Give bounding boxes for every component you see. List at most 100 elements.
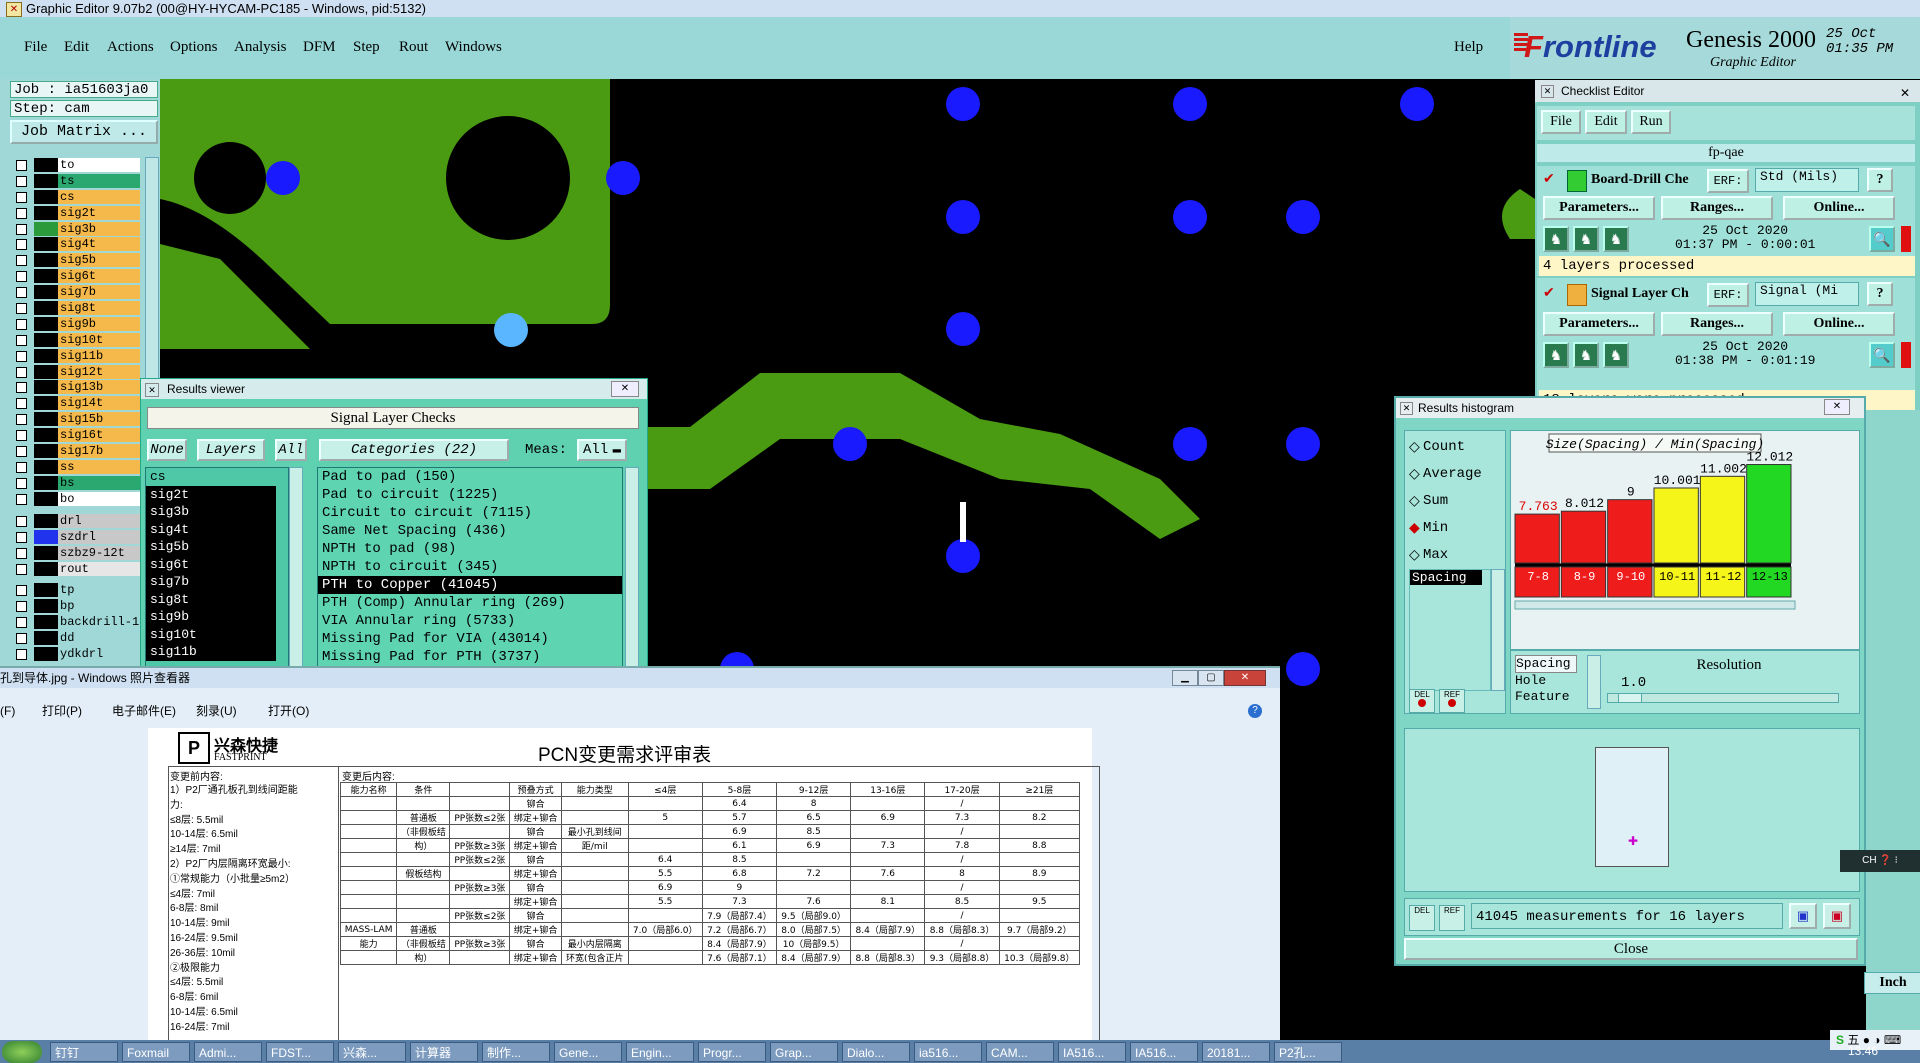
layer-row[interactable]: sig17b	[10, 443, 140, 459]
help-icon[interactable]: ?	[1867, 282, 1893, 306]
layer-checkbox[interactable]	[16, 318, 27, 330]
menu-dfm[interactable]: DFM	[303, 39, 336, 56]
menu-file[interactable]: File	[24, 39, 47, 56]
checklist-menu-run[interactable]: Run	[1631, 110, 1671, 134]
layer-row[interactable]: ts	[10, 173, 140, 189]
category-list-item[interactable]: PTH (Comp) Annular ring (269)	[318, 594, 622, 612]
measure-scrollbar[interactable]	[1491, 569, 1505, 691]
layer-name[interactable]: rout	[58, 561, 140, 576]
taskbar-item[interactable]: CAM...	[986, 1042, 1054, 1062]
layer-color-swatch[interactable]	[34, 583, 58, 597]
layer-name[interactable]: bs	[58, 475, 140, 490]
menu-burn[interactable]: 刻录(U)	[196, 700, 237, 722]
layer-color-swatch[interactable]	[34, 412, 58, 427]
option-sum[interactable]: Sum	[1423, 493, 1448, 509]
layer-list-item[interactable]: sig11b	[146, 643, 276, 661]
taskbar-item[interactable]: FDST...	[266, 1042, 334, 1062]
layer-checkbox[interactable]	[16, 334, 27, 346]
layer-checkbox[interactable]	[16, 461, 27, 473]
layer-name[interactable]: sig6t	[58, 269, 140, 284]
taskbar-item[interactable]: 钉钉	[50, 1042, 118, 1062]
meas-select[interactable]: All ▬	[577, 439, 627, 461]
layer-name[interactable]: bp	[58, 598, 140, 613]
layer-row[interactable]: to	[10, 157, 140, 173]
res-type-hole[interactable]: Hole	[1515, 673, 1579, 689]
job-matrix-button[interactable]: Job Matrix ...	[10, 120, 158, 144]
layer-row[interactable]: dd	[10, 630, 140, 646]
taskbar-item[interactable]: Gene...	[554, 1042, 622, 1062]
check-item-name[interactable]: Board-Drill Che	[1591, 172, 1689, 188]
layer-color-swatch[interactable]	[34, 630, 58, 645]
layer-checkbox[interactable]	[16, 493, 27, 505]
zoom-icon[interactable]: 🔍	[1869, 342, 1895, 368]
taskbar-item[interactable]: P2孔...	[1274, 1042, 1342, 1062]
option-count[interactable]: Count	[1423, 439, 1465, 455]
layer-row[interactable]: sig11b	[10, 348, 140, 364]
ime-toolbar[interactable]: CH ❓ ⁝	[1840, 850, 1920, 872]
taskbar-item[interactable]: 20181...	[1202, 1042, 1270, 1062]
layer-name[interactable]: backdrill-1	[58, 614, 140, 629]
layer-row[interactable]: cs	[10, 189, 140, 205]
layer-checkbox[interactable]	[16, 239, 27, 251]
layer-name[interactable]: sig2t	[58, 205, 140, 220]
help-icon[interactable]: ?	[1867, 168, 1893, 192]
layer-name[interactable]: sig5b	[58, 253, 140, 268]
minimize-icon[interactable]: ▁	[1172, 670, 1198, 686]
units-indicator[interactable]: Inch	[1864, 972, 1920, 994]
close-button[interactable]: Close	[1404, 938, 1858, 960]
taskbar-item[interactable]: Grap...	[770, 1042, 838, 1062]
layer-row[interactable]: ydkdrl	[10, 646, 140, 662]
menu-windows[interactable]: Windows	[445, 39, 502, 56]
taskbar-item[interactable]: Dialo...	[842, 1042, 910, 1062]
layer-name[interactable]: sig9b	[58, 316, 140, 331]
layer-row[interactable]: sig12t	[10, 364, 140, 380]
menu-analysis[interactable]: Analysis	[234, 39, 287, 56]
menu-file[interactable]: (F)	[0, 700, 15, 722]
checklist-menu-file[interactable]: File	[1541, 110, 1581, 134]
layer-color-swatch[interactable]	[34, 396, 58, 411]
layer-name[interactable]: szdrl	[58, 529, 140, 544]
layer-name[interactable]: sig12t	[58, 364, 140, 379]
layer-list-item[interactable]: sig2t	[146, 485, 276, 503]
layer-checkbox[interactable]	[16, 271, 27, 283]
res-type-spacing[interactable]: Spacing	[1515, 655, 1577, 673]
close-icon[interactable]: ✕	[1900, 82, 1910, 104]
layer-color-swatch[interactable]	[34, 646, 58, 661]
layer-checkbox[interactable]	[16, 547, 27, 559]
layer-name[interactable]: szbz9-12t	[58, 545, 140, 560]
layer-checkbox[interactable]	[16, 632, 27, 644]
layer-row[interactable]: rout	[10, 561, 140, 577]
layer-row[interactable]: sig4t	[10, 236, 140, 252]
layer-list-item[interactable]: sig8t	[146, 590, 276, 608]
layer-color-swatch[interactable]	[34, 598, 58, 613]
layer-name[interactable]: sig11b	[58, 348, 140, 363]
layer-color-swatch[interactable]	[34, 364, 58, 379]
maximize-icon[interactable]: ▢	[1198, 670, 1224, 686]
category-list-item[interactable]: Pad to pad (150)	[318, 468, 622, 486]
layer-list-item[interactable]: sig9b	[146, 608, 276, 626]
erf-value[interactable]: Std (Mils)	[1755, 168, 1859, 192]
layer-row[interactable]: sig7b	[10, 284, 140, 300]
run-icon[interactable]: ♞	[1543, 226, 1569, 252]
layer-color-swatch[interactable]	[34, 285, 58, 300]
erf-button[interactable]: ERF:	[1707, 283, 1749, 307]
window-menu-icon[interactable]: ✕	[145, 383, 159, 397]
run-icon[interactable]: ♞	[1573, 342, 1599, 368]
layer-name[interactable]: sig8t	[58, 301, 140, 316]
layer-color-swatch[interactable]	[34, 444, 58, 459]
export-icon[interactable]: ▣	[1789, 903, 1817, 929]
layer-row[interactable]: drl	[10, 513, 140, 529]
layer-row[interactable]: sig6t	[10, 268, 140, 284]
layer-checkbox[interactable]	[16, 516, 27, 527]
layer-name[interactable]: sig14t	[58, 396, 140, 411]
res-type-list[interactable]: Spacing Hole Feature	[1515, 655, 1579, 707]
close-icon[interactable]: ✕	[611, 381, 639, 397]
radio-average-icon[interactable]: ◇	[1409, 466, 1420, 483]
layer-checkbox[interactable]	[16, 446, 27, 458]
menu-options[interactable]: Options	[170, 39, 218, 56]
layer-name[interactable]: ydkdrl	[58, 646, 140, 661]
parameters-button[interactable]: Parameters...	[1543, 312, 1655, 336]
layer-name[interactable]: dd	[58, 630, 140, 645]
layer-checkbox[interactable]	[16, 648, 27, 660]
layer-name[interactable]: sig15b	[58, 412, 140, 427]
